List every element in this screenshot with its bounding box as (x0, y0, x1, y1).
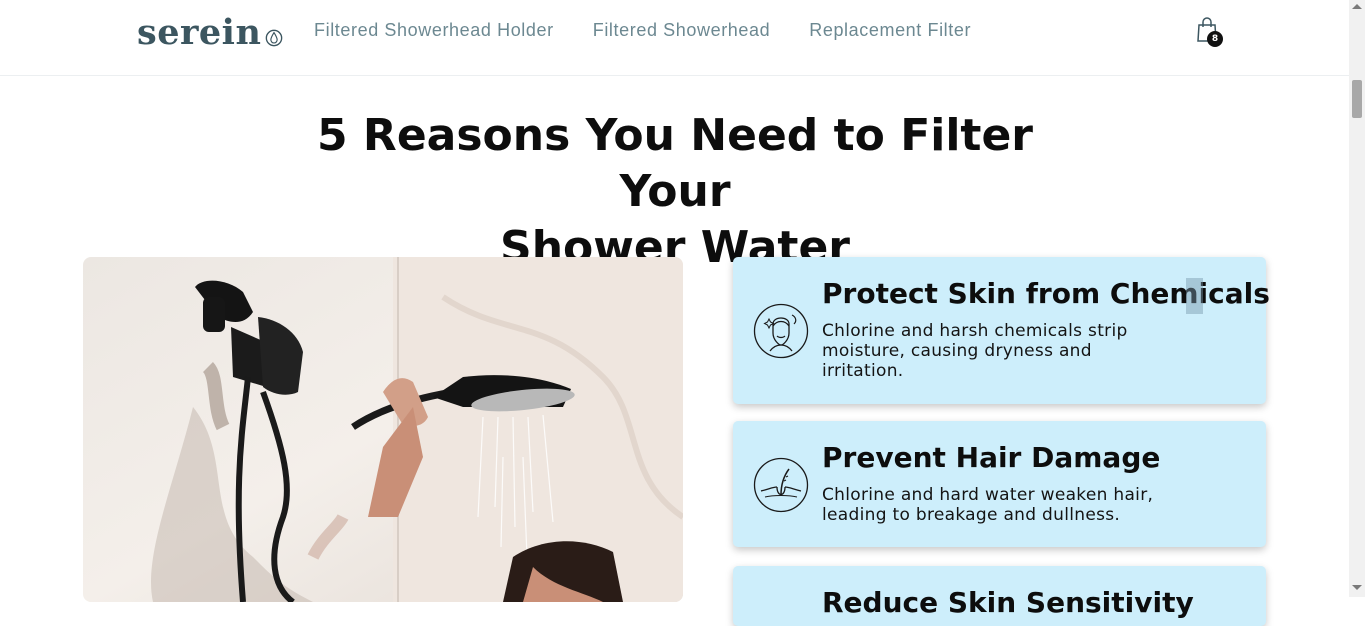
reason-description: Chlorine and hard water weaken hair, lea… (822, 485, 1154, 525)
logo-text: serein (137, 12, 262, 53)
reason-card-2: Prevent Hair Damage Chlorine and hard wa… (733, 421, 1266, 547)
scroll-up-arrow-icon[interactable] (1352, 4, 1362, 9)
reason-card-3: Reduce Skin Sensitivity (733, 566, 1266, 626)
text-selection-highlight (1186, 278, 1203, 314)
cart-count-badge: 8 (1207, 31, 1223, 47)
scroll-down-arrow-icon[interactable] (1352, 585, 1362, 590)
page-scrollbar[interactable] (1349, 0, 1365, 597)
face-skin-icon (753, 303, 809, 359)
nav-filtered-showerhead[interactable]: Filtered Showerhead (593, 20, 771, 41)
logo[interactable]: serein (137, 10, 283, 55)
page-title-line-1: 5 Reasons You Need to Filter Your (317, 110, 1033, 217)
hair-follicle-icon (753, 457, 809, 513)
nav-replacement-filter[interactable]: Replacement Filter (809, 20, 971, 41)
site-header: serein Filtered Showerhead Holder Filter… (0, 0, 1349, 76)
page-title: 5 Reasons You Need to Filter Your Shower… (260, 108, 1090, 276)
water-drop-icon (266, 29, 283, 46)
reason-title: Reduce Skin Sensitivity (822, 586, 1194, 619)
scroll-thumb[interactable] (1352, 80, 1362, 118)
cart-button[interactable]: 8 (1195, 16, 1225, 48)
reason-title: Prevent Hair Damage (822, 441, 1161, 474)
nav-filtered-showerhead-holder[interactable]: Filtered Showerhead Holder (314, 20, 554, 41)
reason-description: Chlorine and harsh chemicals strip moist… (822, 321, 1128, 381)
shower-photo (83, 257, 683, 602)
main-nav: Filtered Showerhead Holder Filtered Show… (314, 20, 1010, 41)
